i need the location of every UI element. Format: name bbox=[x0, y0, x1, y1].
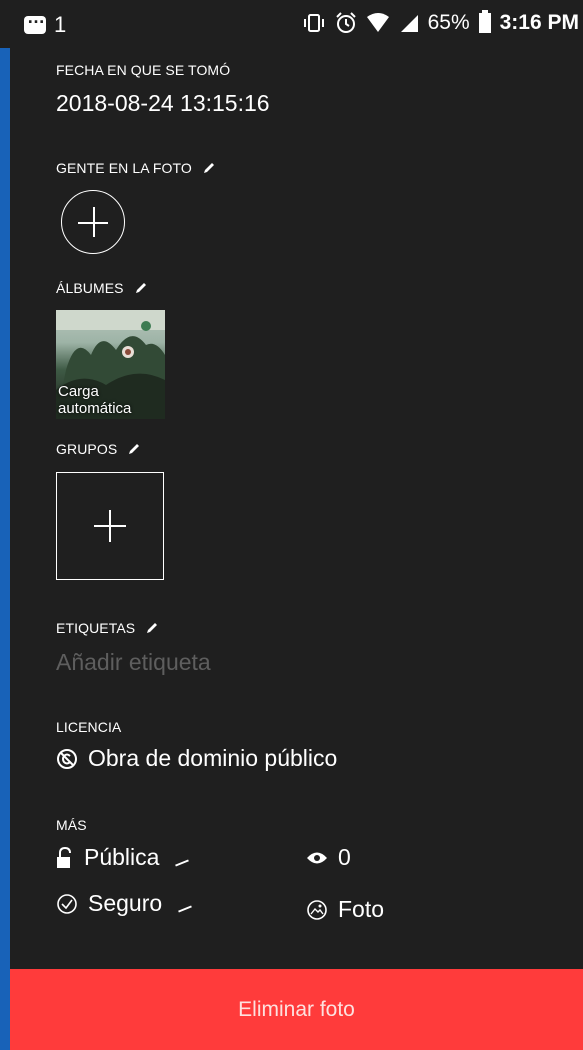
photo-info-panel: FECHA EN QUE SE TOMÓ 2018-08-24 13:15:16… bbox=[10, 48, 583, 969]
pencil-icon[interactable] bbox=[134, 281, 148, 295]
edit-indicator bbox=[175, 858, 190, 867]
albums-label-text: ÁLBUMES bbox=[56, 280, 124, 296]
album-thumbnail[interactable]: Carga automática bbox=[56, 310, 165, 419]
wifi-icon bbox=[366, 13, 389, 32]
delete-photo-button[interactable]: Eliminar foto bbox=[10, 969, 583, 1050]
privacy-value: Pública bbox=[84, 844, 160, 870]
clock: 3:16 PM bbox=[499, 11, 579, 34]
albums-label: ÁLBUMES bbox=[56, 280, 148, 296]
check-circle-icon bbox=[57, 893, 77, 914]
safety-row[interactable]: Seguro bbox=[56, 890, 193, 917]
license-label: LICENCIA bbox=[56, 719, 122, 735]
people-label: GENTE EN LA FOTO bbox=[56, 160, 216, 176]
unlock-icon bbox=[57, 846, 71, 868]
status-bar: 1 65% 3:16 PM bbox=[0, 0, 583, 48]
views-count: 0 bbox=[338, 844, 351, 870]
safety-value: Seguro bbox=[88, 890, 163, 916]
content-type-row: Foto bbox=[306, 896, 384, 923]
content-type-value: Foto bbox=[338, 896, 385, 922]
date-taken-value: 2018-08-24 13:15:16 bbox=[56, 90, 270, 116]
pencil-icon[interactable] bbox=[202, 161, 216, 175]
battery-percent: 65% bbox=[427, 11, 470, 34]
public-domain-icon bbox=[57, 748, 77, 769]
edit-indicator bbox=[178, 904, 193, 913]
date-taken-label: FECHA EN QUE SE TOMÓ bbox=[56, 62, 231, 78]
people-label-text: GENTE EN LA FOTO bbox=[56, 160, 192, 176]
more-label: MÁS bbox=[56, 817, 87, 833]
alarm-icon bbox=[335, 12, 356, 33]
groups-label: GRUPOS bbox=[56, 441, 141, 457]
groups-label-text: GRUPOS bbox=[56, 441, 118, 457]
views-row: 0 bbox=[306, 844, 351, 871]
message-notification-icon bbox=[24, 7, 46, 34]
tags-label-text: ETIQUETAS bbox=[56, 620, 136, 636]
vibrate-icon bbox=[303, 14, 324, 32]
photo-circle-icon bbox=[307, 899, 327, 920]
add-person-button[interactable] bbox=[61, 190, 125, 254]
album-caption: Carga automática bbox=[58, 383, 131, 417]
add-group-button[interactable] bbox=[56, 472, 164, 580]
add-tag-input[interactable]: Añadir etiqueta bbox=[56, 649, 211, 676]
eye-icon bbox=[307, 852, 327, 863]
privacy-row[interactable]: Pública bbox=[56, 844, 190, 871]
album-name-line2: automática bbox=[58, 400, 132, 417]
album-name-line1: Carga bbox=[58, 383, 99, 400]
tags-label: ETIQUETAS bbox=[56, 620, 159, 636]
pencil-icon[interactable] bbox=[145, 621, 159, 635]
battery-icon bbox=[478, 10, 491, 33]
license-value: Obra de dominio público bbox=[88, 745, 338, 771]
signal-icon bbox=[400, 15, 418, 32]
delete-photo-label: Eliminar foto bbox=[238, 997, 355, 1021]
pencil-icon[interactable] bbox=[127, 442, 141, 456]
license-row[interactable]: Obra de dominio público bbox=[56, 745, 337, 772]
notification-count: 1 bbox=[54, 12, 67, 37]
